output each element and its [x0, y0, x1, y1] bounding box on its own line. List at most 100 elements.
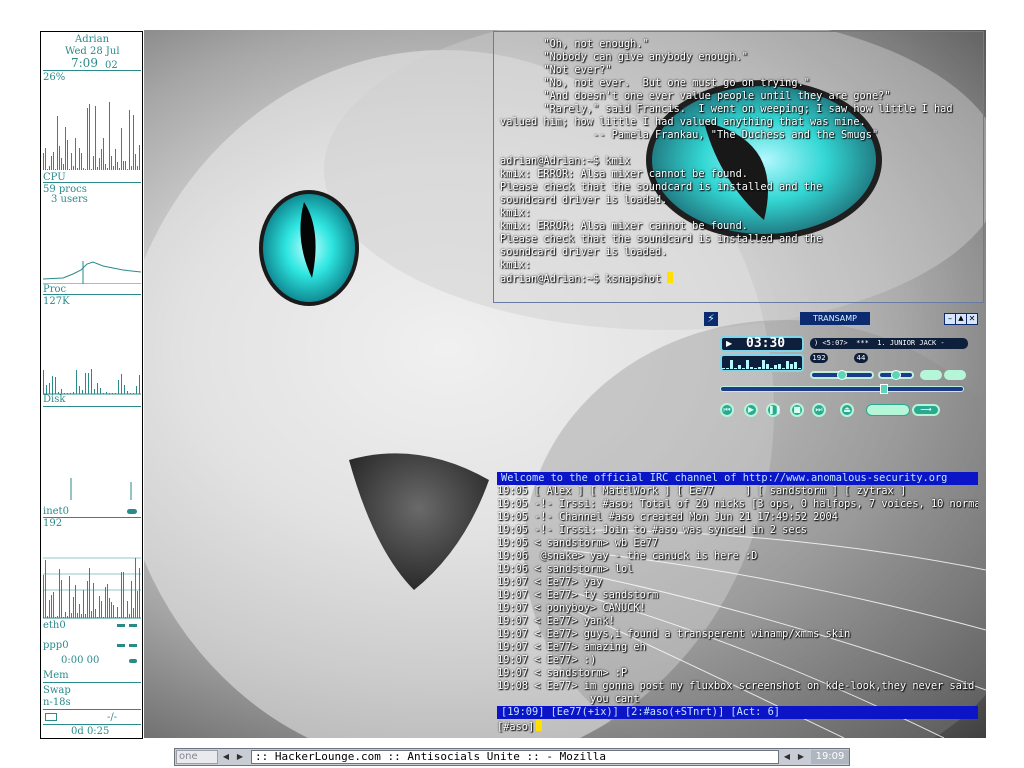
pause-icon[interactable]: ❚❚: [766, 403, 781, 417]
shuffle-button[interactable]: [866, 404, 910, 416]
activity-bar: [97, 383, 98, 394]
spectrum-analyzer: [720, 354, 804, 372]
lightning-icon[interactable]: ⚡: [704, 312, 718, 326]
chat-line: 19:07 < Ee77> yank!: [497, 615, 615, 627]
irc-statusbar: [19:09] [Ee77(+ix)] [2:#aso(+STnrt)] [Ac…: [497, 706, 978, 719]
disk-graph: [43, 369, 141, 395]
activity-bar: [754, 368, 757, 369]
activity-bar: [49, 600, 50, 618]
activity-bar: [118, 380, 119, 394]
activity-bar: [139, 145, 140, 170]
volume-slider[interactable]: [810, 370, 874, 380]
balance-slider[interactable]: [878, 370, 914, 380]
volume-knob[interactable]: [837, 370, 847, 380]
seek-bar[interactable]: [720, 384, 964, 394]
workspace-prev-icon[interactable]: ◀: [220, 750, 232, 764]
track-title: ) <5:07> *** 1. JUNIOR JACK -: [810, 338, 968, 349]
channel-topic: Welcome to the official IRC channel of h…: [497, 472, 978, 485]
playlist-button[interactable]: [944, 370, 966, 380]
samplerate: 44: [854, 353, 868, 363]
activity-bar: [758, 367, 761, 369]
activity-bar: [105, 587, 106, 618]
activity-bar: [97, 167, 98, 170]
play-icon[interactable]: ▶: [744, 403, 758, 417]
activity-bar: [45, 560, 46, 618]
irc-client[interactable]: Welcome to the official IRC channel of h…: [497, 472, 978, 737]
divider: [43, 682, 141, 683]
terminal-window[interactable]: "Oh, not enough." "Nobody can give anybo…: [493, 31, 984, 303]
activity-bar: [73, 597, 74, 618]
activity-bar: [75, 138, 76, 170]
repeat-button[interactable]: ⟶: [912, 404, 940, 416]
close-icon[interactable]: ✕: [966, 313, 978, 325]
activity-bar: [100, 388, 101, 394]
uptime-short: n-18s: [43, 697, 71, 708]
activity-bar: [81, 153, 82, 170]
activity-bar: [135, 558, 136, 618]
system-monitor: Adrian Wed 28 Jul 7:09 02 26% CPU 59 pro…: [40, 31, 143, 739]
activity-bar: [65, 127, 66, 170]
chat-line: 19:05 [ Alex ] [ MattlWork ] [ Ee77 ] [ …: [497, 485, 907, 497]
activity-bar: [790, 364, 793, 369]
seek-knob[interactable]: [880, 384, 888, 394]
net0-led: [127, 509, 137, 514]
time-label: 7:09: [71, 56, 98, 70]
divider: [43, 182, 141, 183]
activity-bar: [91, 611, 92, 618]
activity-bar: [123, 161, 124, 170]
chat-line: 19:06 @snake> yay - the canuck is here :…: [497, 550, 758, 562]
stop-icon[interactable]: ■: [790, 403, 804, 417]
net0-label: inet0: [43, 506, 69, 517]
activity-bar: [113, 166, 114, 170]
activity-bar: [93, 583, 94, 618]
mail-icon[interactable]: [45, 713, 57, 721]
io-graph: [70, 478, 132, 500]
toolbar-clock: 19:09: [811, 750, 849, 764]
activity-bar: [83, 168, 84, 170]
eq-button[interactable]: [920, 370, 942, 380]
chat-line: 19:05 < sandstorm> wb Ee77: [497, 537, 659, 549]
eject-icon[interactable]: ⏏: [840, 403, 854, 417]
ppp0-label: ppp0: [43, 640, 69, 651]
chat-line: 19:07 < Ee77> :): [497, 654, 597, 666]
activity-bar: [117, 162, 118, 170]
track-time: 03:30: [746, 336, 786, 351]
balance-knob[interactable]: [891, 370, 901, 380]
activity-bar: [135, 154, 136, 170]
activity-bar: [121, 572, 122, 618]
activity-bar: [133, 608, 134, 618]
ppp0-button[interactable]: [129, 659, 137, 663]
activity-bar: [69, 576, 70, 618]
chat-line: 19:05 -!- Irssi: #aso: Total of 20 nicks…: [497, 498, 978, 510]
activity-bar: [52, 376, 53, 394]
activity-bar: [782, 368, 785, 369]
focused-window-title[interactable]: :: HackerLounge.com :: Antisocials Unite…: [251, 750, 779, 764]
window-prev-icon[interactable]: ◀: [781, 750, 793, 764]
bitrate: 192: [810, 353, 828, 363]
activity-bar: [111, 156, 112, 170]
media-player[interactable]: ⚡ TRANSAMP – ▲ ✕ ▶ 03:30 ) <5:07> *** 1.…: [700, 310, 978, 420]
activity-bar: [774, 365, 777, 369]
activity-bar: [43, 575, 44, 618]
activity-bar: [794, 362, 797, 369]
workspace-next-icon[interactable]: ▶: [234, 750, 246, 764]
activity-bar: [119, 168, 120, 170]
next-icon[interactable]: ⏭: [812, 403, 826, 417]
irc-input[interactable]: [#aso]: [497, 720, 543, 734]
activity-bar: [89, 104, 90, 170]
previous-icon[interactable]: ⏮: [720, 403, 734, 417]
activity-bar: [123, 572, 124, 618]
activity-bar: [129, 614, 130, 618]
activity-bar: [117, 607, 118, 618]
activity-bar: [778, 364, 781, 369]
window-next-icon[interactable]: ▶: [795, 750, 807, 764]
activity-bar: [136, 386, 137, 394]
divider: [43, 724, 141, 725]
activity-bar: [125, 161, 126, 170]
activity-bar: [85, 169, 86, 170]
activity-bar: [51, 156, 52, 170]
activity-bar: [79, 386, 80, 394]
play-indicator-icon: ▶: [726, 339, 733, 348]
workspace-label[interactable]: one: [176, 750, 218, 764]
activity-bar: [59, 146, 60, 170]
